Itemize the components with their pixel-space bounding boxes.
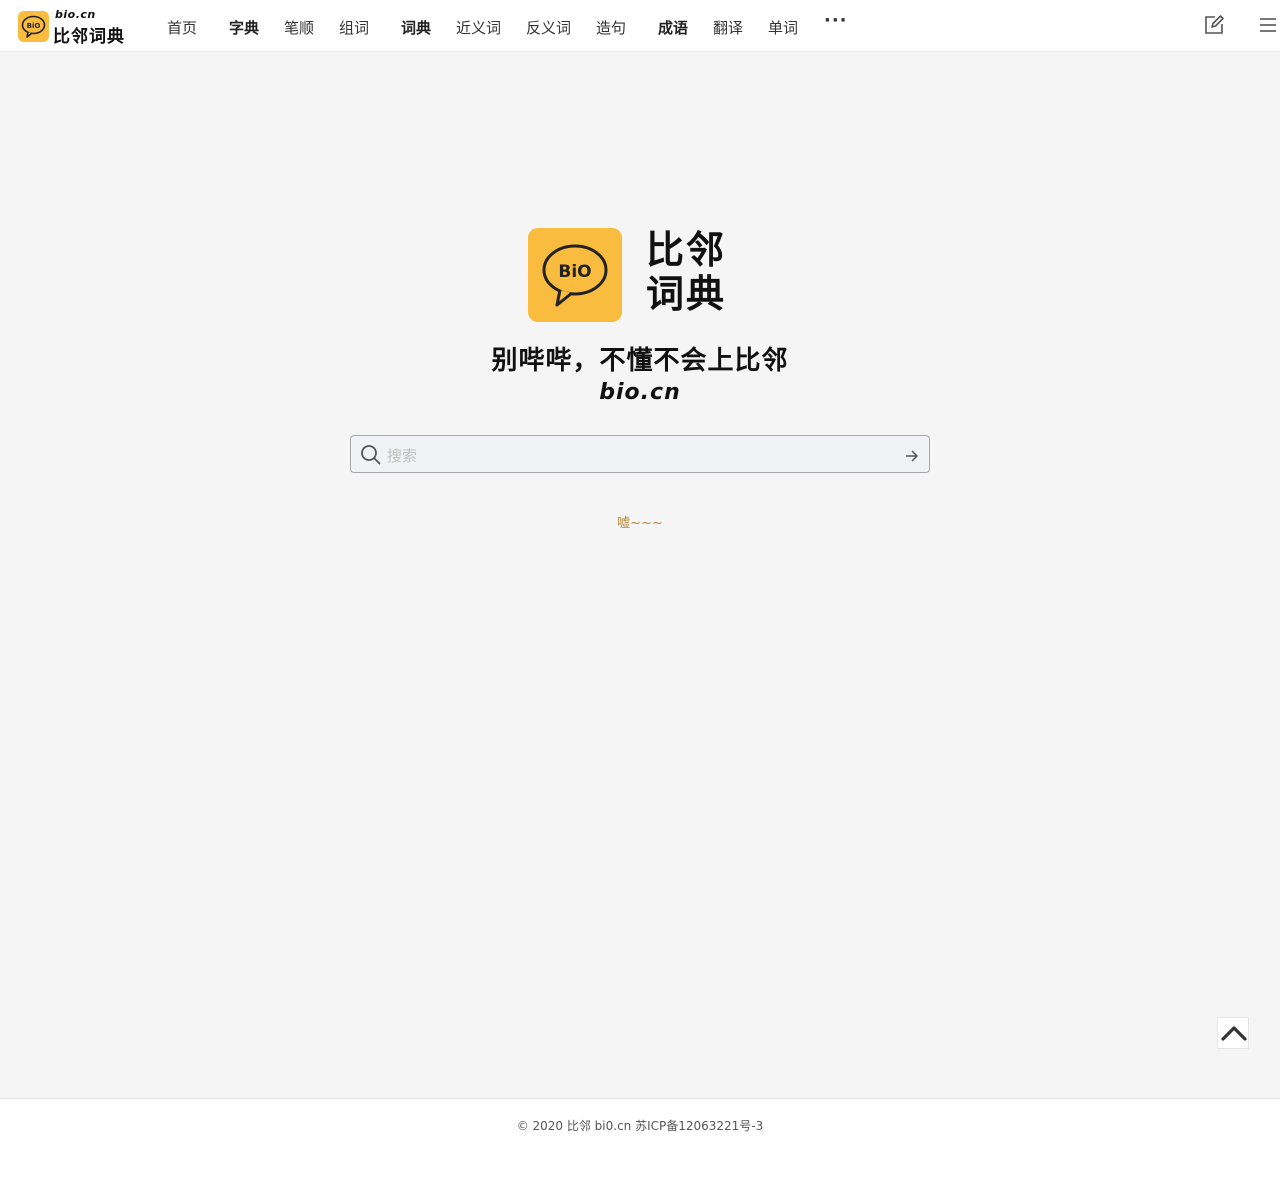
hero-logo-text: BiO (558, 262, 591, 282)
menu-icon[interactable] (1259, 17, 1277, 37)
hero-name-line2: 词典 (646, 272, 727, 316)
nav-more-button[interactable]: ··· (824, 10, 848, 31)
search-box (350, 435, 930, 473)
slogan: 别哔哔，不懂不会上比邻 (491, 346, 789, 376)
hero-site-name: 比邻 词典 (646, 228, 746, 316)
hero-logo: BiO (528, 228, 622, 322)
footer-copyright: © 2020 比邻 bi0.cn 苏ICP备12063221号-3 (516, 1119, 764, 1133)
nav-item-cidian[interactable]: 词典 (401, 17, 431, 38)
search-icon (360, 444, 382, 470)
search-input[interactable] (387, 442, 897, 470)
speech-bubble-icon: BiO (542, 244, 608, 307)
nav-item-zidian[interactable]: 字典 (229, 17, 259, 38)
brand-logo[interactable]: BiO bio.cn 比邻词典 (18, 8, 130, 47)
hint-text: 嘘~~~ (617, 516, 663, 531)
nav-item-bishun[interactable]: 笔顺 (284, 17, 314, 38)
back-to-top-button[interactable] (1217, 1017, 1249, 1049)
nav-item-jinyici[interactable]: 近义词 (456, 17, 501, 38)
arrow-right-icon[interactable] (905, 448, 919, 467)
nav-item-home[interactable]: 首页 (167, 17, 197, 38)
chevron-up-icon (1221, 1026, 1247, 1041)
brand-name: 比邻词典 (53, 27, 125, 47)
speech-bubble-logo-icon: BiO (18, 11, 49, 42)
nav-item-fanyi[interactable]: 翻译 (713, 17, 743, 38)
top-bar: BiO bio.cn 比邻词典 首页 字典 笔顺 组词 词典 近义词 反义词 造… (0, 0, 1280, 52)
nav-item-danci[interactable]: 单词 (768, 17, 798, 38)
hero-domain: bio.cn (599, 380, 681, 405)
nav-item-zuci[interactable]: 组词 (339, 17, 369, 38)
brand-domain: bio.cn (55, 8, 96, 21)
edit-icon[interactable] (1203, 14, 1225, 40)
nav-item-chengyu[interactable]: 成语 (658, 17, 688, 38)
footer: © 2020 比邻 bi0.cn 苏ICP备12063221号-3 (0, 1098, 1280, 1195)
nav-item-zaoju[interactable]: 造句 (596, 17, 626, 38)
nav-item-fanyici[interactable]: 反义词 (526, 17, 571, 38)
hero-name-line1: 比邻 (646, 228, 727, 272)
brand-logo-text: BiO (27, 22, 41, 30)
